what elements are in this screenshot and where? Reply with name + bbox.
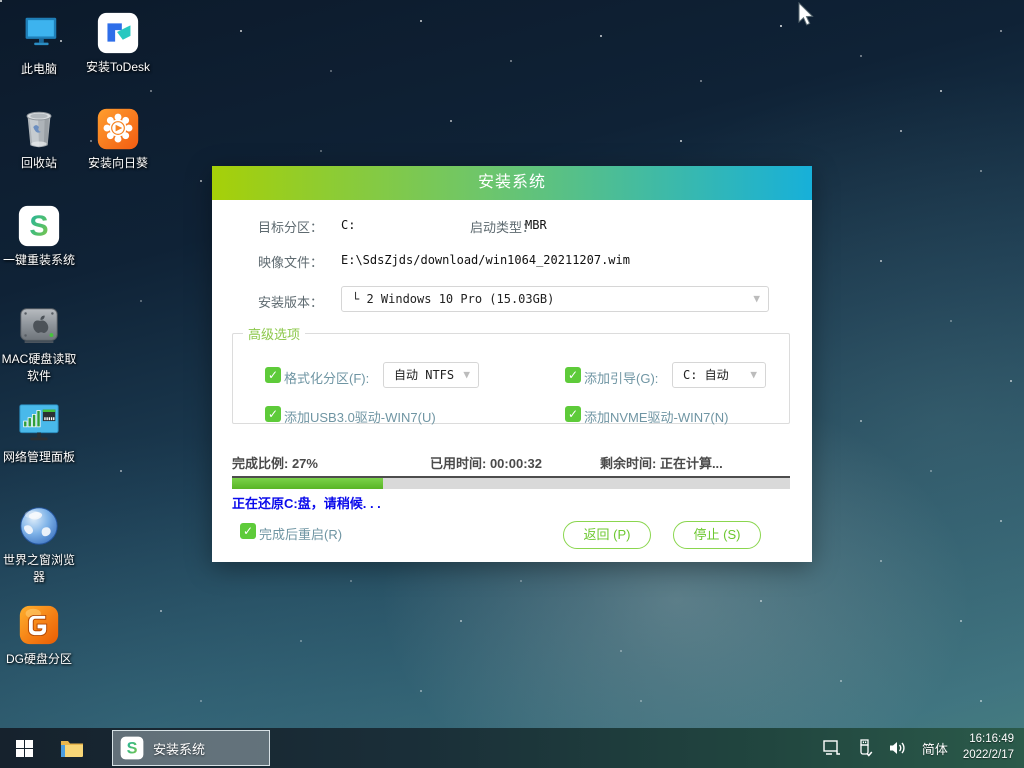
taskbar: S 安装系统 简体 16:16:49 2 xyxy=(0,728,1024,768)
desktop-icon-label: 一键重装系统 xyxy=(0,252,78,269)
elapsed-time-text: 已用时间: 00:00:32 xyxy=(430,453,542,472)
desktop-icon-diskgenius[interactable]: DG硬盘分区 xyxy=(0,602,78,668)
install-version-label: 安装版本： xyxy=(258,292,323,311)
advanced-options-group: 高级选项 ✓ 格式化分区(F): 自动 NTFS ▼ ✓ 添加引导(G): C:… xyxy=(232,324,790,424)
remaining-time-text: 剩余时间: 正在计算... xyxy=(600,453,723,472)
desktop-icon-onekey-reinstall[interactable]: S 一键重装系统 xyxy=(0,203,78,269)
file-explorer-button[interactable] xyxy=(48,728,96,768)
dialog-body: 目标分区： C: 启动类型： MBR 映像文件： E:\SdsZjds/down… xyxy=(212,200,812,562)
desktop-icon-sunflower[interactable]: 安装向日葵 xyxy=(79,106,157,172)
restart-after-finish-label[interactable]: 完成后重启(R) xyxy=(259,524,342,543)
progress-percent-text: 完成比例: 27% xyxy=(232,453,318,472)
network-tray-icon[interactable] xyxy=(823,739,841,757)
chevron-down-icon: ▼ xyxy=(750,363,757,387)
install-system-dialog: 安装系统 目标分区： C: 启动类型： MBR 映像文件： E:\SdsZjds… xyxy=(212,166,812,562)
install-version-dropdown[interactable]: └ 2 Windows 10 Pro (15.03GB) ▼ xyxy=(341,286,769,312)
this-pc-icon xyxy=(16,12,62,58)
windows-logo-icon xyxy=(16,740,33,757)
check-icon: ✓ xyxy=(568,407,578,421)
boot-target-value: C: 自动 xyxy=(683,368,729,382)
todesk-icon xyxy=(95,10,141,56)
desktop-icon-label: 安装ToDesk xyxy=(79,59,157,76)
desktop-icon-label: 世界之窗浏览器 xyxy=(0,552,78,587)
system-tray: 简体 16:16:49 2022/2/17 xyxy=(823,732,1024,763)
image-file-value: E:\SdsZjds/download/win1064_20211207.wim xyxy=(341,253,630,267)
restart-after-finish-checkbox[interactable]: ✓ xyxy=(240,523,256,539)
check-icon: ✓ xyxy=(568,368,578,382)
boot-type-value: MBR xyxy=(525,218,547,232)
taskbar-task-install-system[interactable]: S 安装系统 xyxy=(112,730,270,766)
dialog-title-bar[interactable]: 安装系统 xyxy=(212,166,812,200)
clock-date: 2022/2/17 xyxy=(963,748,1014,764)
sunflower-icon xyxy=(95,106,141,152)
desktop-icon-this-pc[interactable]: 此电脑 xyxy=(0,12,78,78)
check-icon: ✓ xyxy=(268,368,278,382)
diskgenius-icon xyxy=(16,602,62,648)
svg-text:S: S xyxy=(127,739,138,757)
taskbar-clock[interactable]: 16:16:49 2022/2/17 xyxy=(963,732,1014,763)
advanced-options-legend: 高级选项 xyxy=(243,324,305,343)
boot-target-dropdown[interactable]: C: 自动 ▼ xyxy=(672,362,766,388)
check-icon: ✓ xyxy=(243,524,253,538)
desktop-icon-label: 网络管理面板 xyxy=(0,449,78,466)
format-partition-label[interactable]: 格式化分区(F): xyxy=(284,368,369,387)
stop-button[interactable]: 停止 (S) xyxy=(673,521,761,549)
mouse-cursor xyxy=(798,2,816,28)
progress-bar xyxy=(232,476,790,489)
desktop-icon-recycle-bin[interactable]: 回收站 xyxy=(0,106,78,172)
desktop-icon-label: MAC硬盘读取软件 xyxy=(0,351,78,386)
network-panel-icon xyxy=(16,400,62,446)
install-app-icon: S xyxy=(119,735,145,761)
target-partition-label: 目标分区： xyxy=(258,217,323,236)
svg-text:S: S xyxy=(29,211,48,243)
add-boot-label[interactable]: 添加引导(G): xyxy=(584,368,658,387)
input-method-indicator[interactable]: 简体 xyxy=(922,739,948,758)
chevron-down-icon: ▼ xyxy=(753,287,760,311)
format-mode-dropdown[interactable]: 自动 NTFS ▼ xyxy=(383,362,479,388)
desktop-icon-label: 此电脑 xyxy=(0,61,78,78)
mac-disk-reader-icon xyxy=(16,302,62,348)
nvme-driver-label[interactable]: 添加NVME驱动-WIN7(N) xyxy=(584,407,728,426)
taskbar-task-label: 安装系统 xyxy=(153,739,205,758)
recycle-bin-icon xyxy=(16,106,62,152)
image-file-label: 映像文件： xyxy=(258,252,323,271)
start-button[interactable] xyxy=(0,728,48,768)
chevron-down-icon: ▼ xyxy=(463,363,470,387)
progress-fill xyxy=(232,478,383,489)
desktop-icon-label: 回收站 xyxy=(0,155,78,172)
world-window-browser-icon xyxy=(16,503,62,549)
desktop-icon-todesk[interactable]: 安装ToDesk xyxy=(79,10,157,76)
back-button[interactable]: 返回 (P) xyxy=(563,521,651,549)
desktop-icon-world-window-browser[interactable]: 世界之窗浏览器 xyxy=(0,503,78,587)
add-boot-checkbox[interactable]: ✓ xyxy=(565,367,581,383)
desktop-icon-label: 安装向日葵 xyxy=(79,155,157,172)
desktop-icon-mac-disk-reader[interactable]: MAC硬盘读取软件 xyxy=(0,302,78,386)
clock-time: 16:16:49 xyxy=(963,732,1014,748)
file-explorer-icon xyxy=(60,738,84,758)
usb-tray-icon[interactable] xyxy=(856,739,874,757)
format-partition-checkbox[interactable]: ✓ xyxy=(265,367,281,383)
desktop-icon-network-panel[interactable]: 网络管理面板 xyxy=(0,400,78,466)
usb3-driver-label[interactable]: 添加USB3.0驱动-WIN7(U) xyxy=(284,407,436,426)
install-version-value: └ 2 Windows 10 Pro (15.03GB) xyxy=(352,292,554,306)
desktop-icon-label: DG硬盘分区 xyxy=(0,651,78,668)
check-icon: ✓ xyxy=(268,407,278,421)
volume-tray-icon[interactable] xyxy=(889,739,907,757)
restore-status-text: 正在还原C:盘，请稍候. . . xyxy=(232,493,381,512)
format-mode-value: 自动 NTFS xyxy=(394,368,454,382)
usb3-driver-checkbox[interactable]: ✓ xyxy=(265,406,281,422)
onekey-reinstall-icon: S xyxy=(16,203,62,249)
target-partition-value: C: xyxy=(341,218,355,232)
nvme-driver-checkbox[interactable]: ✓ xyxy=(565,406,581,422)
